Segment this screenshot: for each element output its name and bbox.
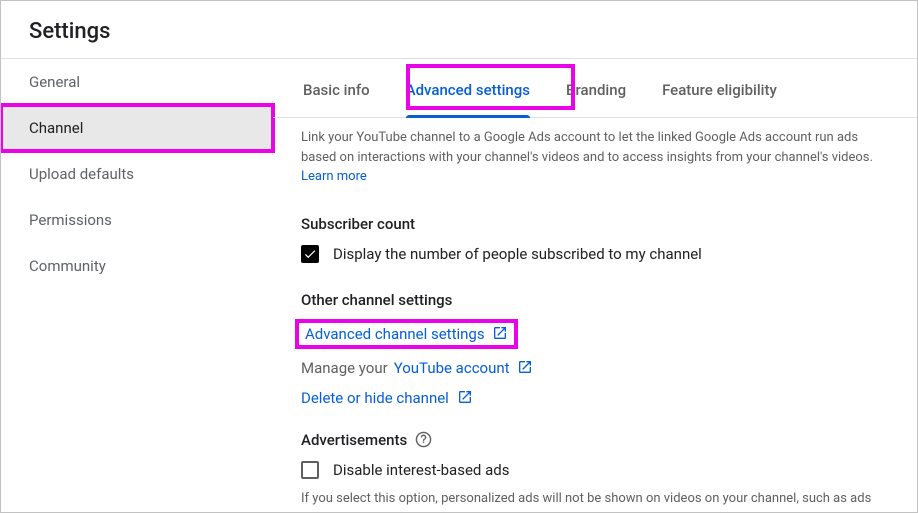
- sidebar-item-permissions[interactable]: Permissions: [1, 197, 273, 243]
- tab-feature-eligibility[interactable]: Feature eligibility: [644, 59, 795, 117]
- sidebar: General Channel Upload defaults Permissi…: [1, 59, 273, 512]
- youtube-account-link[interactable]: YouTube account: [394, 359, 534, 377]
- advanced-channel-settings-link[interactable]: Advanced channel settings: [305, 325, 508, 343]
- delete-hide-channel-link[interactable]: Delete or hide channel: [301, 389, 473, 407]
- youtube-account-text: YouTube account: [394, 359, 510, 377]
- advertisements-description: If you select this option, personalized …: [301, 489, 889, 513]
- sidebar-item-general[interactable]: General: [1, 59, 273, 105]
- tab-branding[interactable]: Branding: [548, 59, 644, 117]
- subscriber-count-checkbox[interactable]: [301, 245, 319, 263]
- manage-account-text: Manage your: [301, 359, 388, 377]
- ads-link-text: Link your YouTube channel to a Google Ad…: [301, 130, 873, 165]
- tab-bar: Basic info Advanced settings Branding Fe…: [273, 59, 917, 118]
- other-channel-settings-heading: Other channel settings: [301, 291, 889, 309]
- sidebar-item-channel[interactable]: Channel: [1, 105, 273, 151]
- external-link-icon: [492, 325, 508, 341]
- tab-basic-info[interactable]: Basic info: [285, 59, 388, 117]
- check-icon: [303, 247, 317, 261]
- disable-interest-ads-checkbox[interactable]: [301, 461, 319, 479]
- tab-advanced-settings[interactable]: Advanced settings: [388, 59, 548, 117]
- advertisements-heading: Advertisements: [301, 431, 407, 449]
- external-link-icon: [457, 389, 473, 405]
- help-icon[interactable]: [415, 431, 432, 448]
- highlight-advanced-channel-settings: Advanced channel settings: [295, 319, 518, 349]
- subscriber-count-label: Display the number of people subscribed …: [333, 245, 702, 263]
- subscriber-count-heading: Subscriber count: [301, 215, 889, 233]
- page-title: Settings: [1, 1, 917, 58]
- learn-more-link[interactable]: Learn more: [301, 169, 367, 184]
- disable-interest-ads-label: Disable interest-based ads: [333, 461, 509, 479]
- google-ads-link-description: Link your YouTube channel to a Google Ad…: [301, 128, 889, 187]
- sidebar-item-upload-defaults[interactable]: Upload defaults: [1, 151, 273, 197]
- delete-hide-channel-text: Delete or hide channel: [301, 389, 449, 407]
- external-link-icon: [517, 359, 533, 375]
- sidebar-item-community[interactable]: Community: [1, 243, 273, 289]
- advanced-channel-settings-text: Advanced channel settings: [305, 325, 485, 343]
